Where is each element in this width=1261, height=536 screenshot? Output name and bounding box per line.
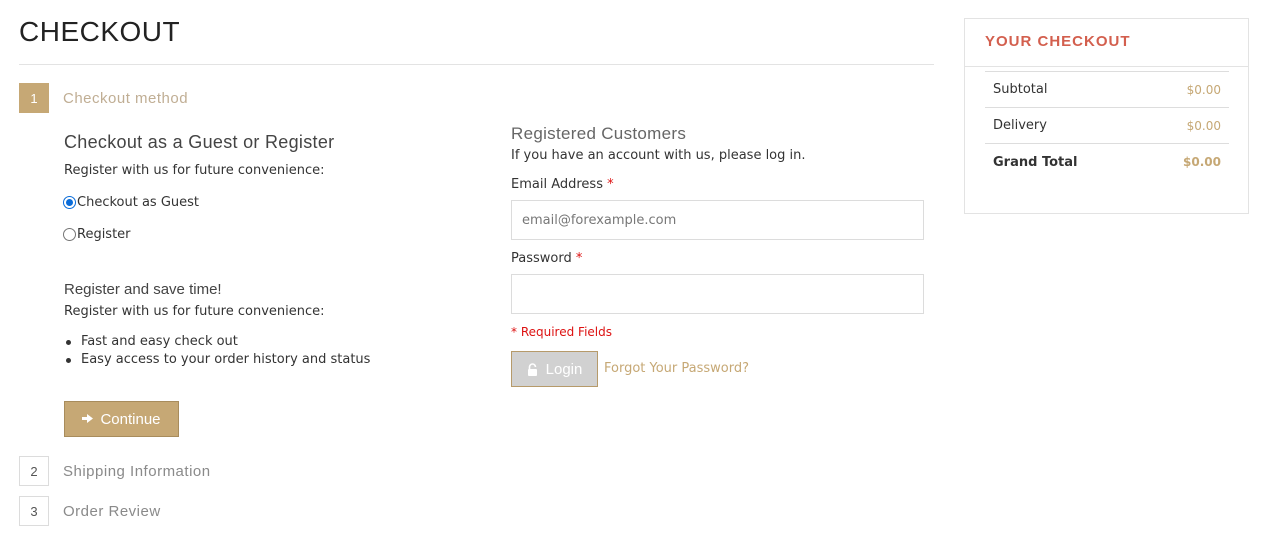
guest-radio[interactable] [63, 196, 76, 209]
step-checkout-method[interactable]: 1 Checkout method [19, 83, 188, 113]
step-shipping-information[interactable]: 2 Shipping Information [19, 456, 211, 486]
benefits-list: Fast and easy check out Easy access to y… [64, 333, 370, 369]
register-radio-label: Register [77, 227, 131, 242]
checkout-as-guest-option[interactable]: Checkout as Guest [63, 195, 199, 210]
summary-divider [965, 66, 1248, 67]
summary-row-delivery: Delivery $0.00 [985, 108, 1229, 144]
required-marker: * [575, 251, 583, 266]
email-field[interactable] [511, 200, 924, 240]
register-option[interactable]: Register [63, 227, 131, 242]
arrow-right-icon [82, 412, 94, 427]
summary-table: Subtotal $0.00 Delivery $0.00 Grand Tota… [985, 71, 1229, 180]
summary-label: Grand Total [993, 154, 1078, 170]
step-label: Checkout method [63, 89, 189, 107]
login-label: Login [545, 360, 583, 378]
required-fields-note: * Required Fields [511, 325, 612, 339]
page-title: CHECKOUT [19, 16, 181, 47]
step-label: Shipping Information [63, 462, 211, 480]
continue-label: Continue [100, 410, 161, 428]
summary-amount: $0.00 [1186, 118, 1221, 133]
checkout-summary: YOUR CHECKOUT Subtotal $0.00 Delivery $0… [964, 18, 1249, 214]
summary-label: Delivery [993, 118, 1047, 133]
register-radio[interactable] [63, 228, 76, 241]
login-button[interactable]: Login [511, 351, 598, 387]
guest-radio-label: Checkout as Guest [77, 195, 200, 210]
forgot-password-link[interactable]: Forgot Your Password? [604, 361, 749, 376]
summary-title: YOUR CHECKOUT [985, 33, 1131, 50]
step-order-review[interactable]: 3 Order Review [19, 496, 161, 526]
email-label: Email Address * [511, 177, 614, 192]
lock-icon [527, 362, 538, 376]
password-label-text: Password [511, 251, 572, 266]
summary-row-subtotal: Subtotal $0.00 [985, 72, 1229, 108]
password-label: Password * [511, 251, 582, 266]
required-marker: * [607, 177, 614, 192]
registered-customers-subtitle: If you have an account with us, please l… [511, 148, 806, 163]
save-time-subtitle: Register with us for future convenience: [64, 304, 325, 319]
list-item: Easy access to your order history and st… [64, 351, 370, 369]
guest-register-title: Checkout as a Guest or Register [64, 132, 335, 152]
summary-row-grand-total: Grand Total $0.00 [985, 144, 1229, 180]
continue-button[interactable]: Continue [64, 401, 179, 437]
step-number: 2 [19, 456, 49, 486]
summary-label: Subtotal [993, 82, 1048, 97]
guest-register-subtitle: Register with us for future convenience: [64, 163, 325, 178]
registered-customers-title: Registered Customers [511, 124, 687, 143]
list-item: Fast and easy check out [64, 333, 370, 351]
step-label: Order Review [63, 502, 161, 520]
step-number: 3 [19, 496, 49, 526]
email-label-text: Email Address [511, 177, 603, 192]
password-field[interactable] [511, 274, 924, 314]
summary-amount: $0.00 [1183, 155, 1221, 169]
save-time-title: Register and save time! [64, 281, 222, 298]
title-divider [19, 64, 934, 65]
summary-amount: $0.00 [1186, 82, 1221, 97]
step-number: 1 [19, 83, 49, 113]
